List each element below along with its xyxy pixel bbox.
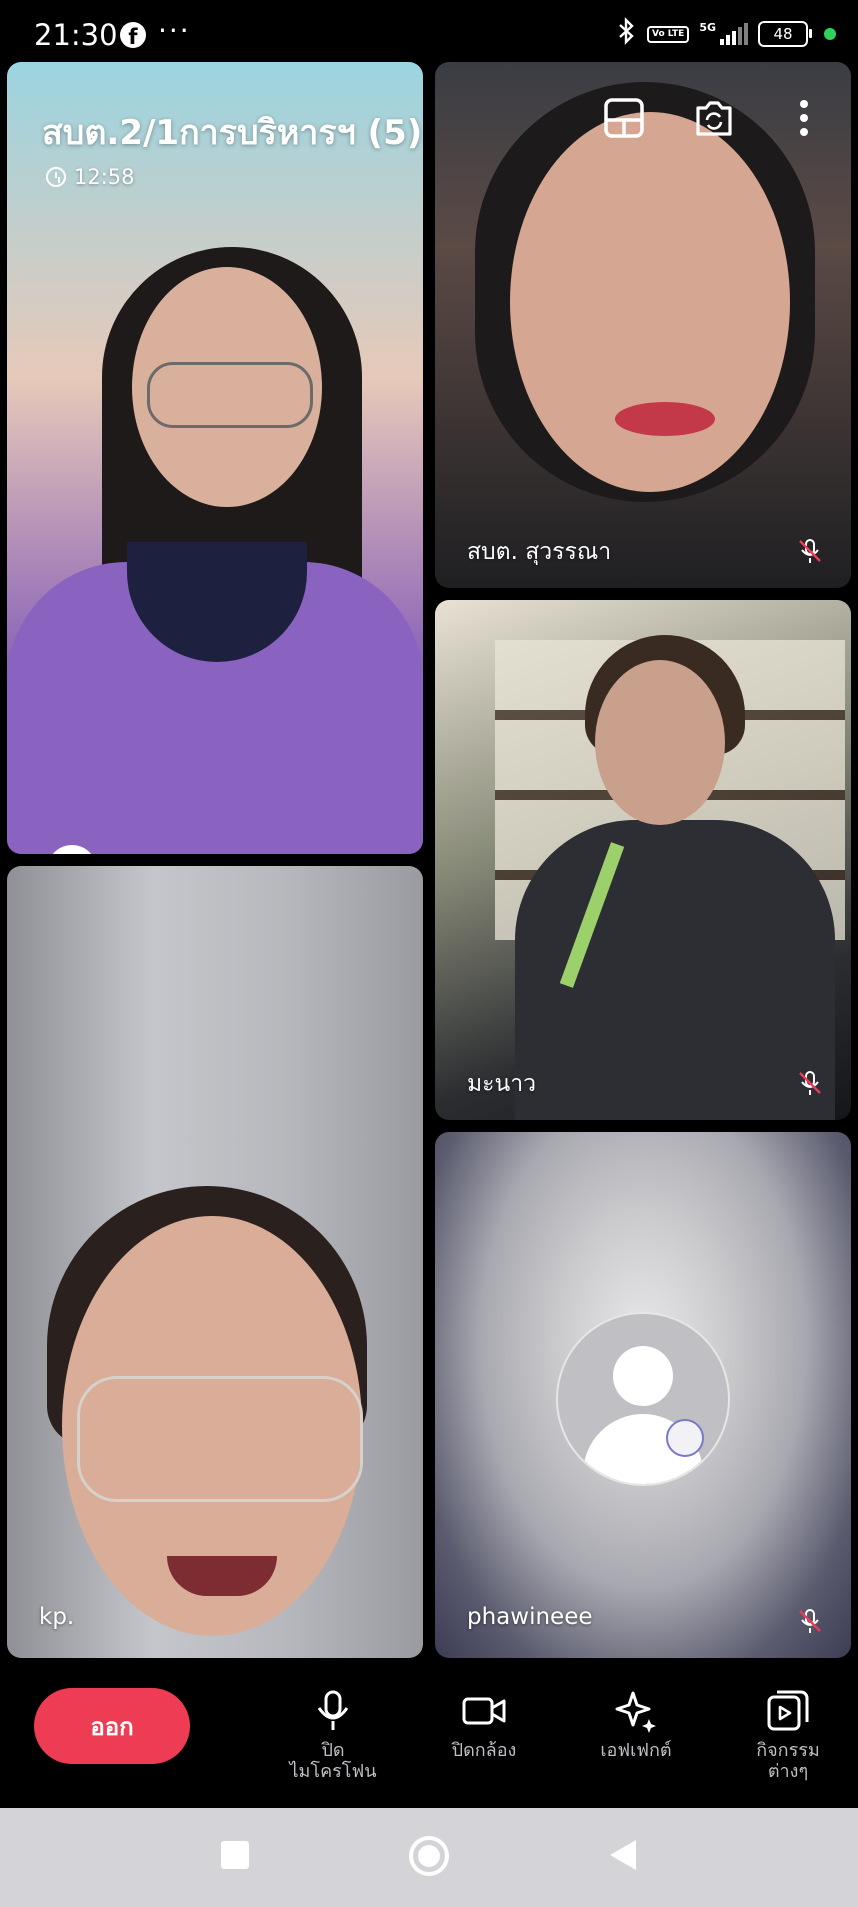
mic-muted-icon	[799, 539, 821, 563]
participant-video-glasses	[77, 1376, 363, 1502]
activities-label: กิจกรรม ต่างๆ	[756, 1740, 820, 1782]
sparkle-icon	[615, 1691, 656, 1733]
reaction-button[interactable]	[47, 845, 97, 854]
participant-tile-5[interactable]: phawineee	[435, 1132, 851, 1658]
mute-mic-label: ปิด ไมโครโฟน	[289, 1740, 377, 1782]
status-time: 21:30	[34, 18, 118, 52]
camera-off-button[interactable]: ปิดกล้อง	[424, 1688, 544, 1761]
effects-label: เอฟเฟกต์	[600, 1740, 672, 1761]
participant-tile-3[interactable]: kp.	[7, 866, 423, 1658]
call-duration: 12:58	[74, 165, 135, 189]
privacy-indicator-dot	[824, 28, 836, 40]
participant-video-lips	[615, 402, 715, 436]
battery-icon: 48	[758, 21, 812, 47]
volte-badge: Vo LTE	[646, 25, 690, 43]
participant-tile-4[interactable]: มะนาว	[435, 600, 851, 1120]
call-title: สบต.2/1การบริหารฯ (5)	[42, 113, 423, 153]
network-type: 5G	[699, 20, 716, 34]
camera-off-label: ปิดกล้อง	[451, 1740, 517, 1761]
activities-icon	[767, 1690, 809, 1731]
avatar-head	[613, 1346, 673, 1406]
mute-mic-button[interactable]: ปิด ไมโครโฟน	[273, 1688, 393, 1782]
system-nav-bar	[0, 1808, 858, 1907]
participant-tile-2[interactable]: สบต. สุวรรณา	[435, 62, 851, 588]
mic-muted-icon	[799, 1071, 821, 1095]
participant-video-face	[595, 660, 725, 825]
avatar	[556, 1312, 730, 1486]
video-camera-icon	[462, 1697, 506, 1725]
call-controls: ออก ปิด ไมโครโฟน ปิดกล้อง เอฟเฟกต์ กิจกร…	[0, 1668, 858, 1808]
facebook-icon: f	[120, 22, 146, 49]
leave-call-button[interactable]: ออก	[34, 1688, 190, 1764]
bluetooth-icon	[617, 16, 637, 52]
participant-name: สบต. สุวรรณา	[467, 539, 612, 565]
smiley-icon	[47, 845, 97, 854]
back-icon[interactable]	[606, 1838, 640, 1872]
more-options-icon[interactable]	[782, 96, 826, 140]
recent-apps-icon[interactable]	[218, 1838, 252, 1872]
clock-icon	[46, 167, 66, 187]
participant-name: phawineee	[467, 1604, 593, 1630]
status-bar: 21:30 f ··· Vo LTE 5G 48	[0, 0, 858, 62]
participant-video-body	[515, 820, 835, 1120]
more-notifications-icon: ···	[158, 14, 191, 47]
participant-name: มะนาว	[467, 1071, 537, 1097]
microphone-icon	[317, 1690, 349, 1730]
call-timer: 12:58	[46, 165, 135, 189]
layout-icon[interactable]	[602, 96, 646, 140]
switch-camera-icon[interactable]	[692, 96, 736, 140]
participant-name: kp.	[39, 1604, 75, 1630]
home-icon[interactable]	[407, 1834, 451, 1878]
avatar-sticker-icon	[666, 1419, 704, 1457]
activities-button[interactable]: กิจกรรม ต่างๆ	[728, 1688, 848, 1782]
status-icons: Vo LTE 5G 48	[617, 16, 836, 48]
participant-video-glasses	[147, 362, 313, 428]
effects-button[interactable]: เอฟเฟกต์	[576, 1688, 696, 1761]
mic-muted-icon	[799, 1609, 821, 1633]
signal-icon	[720, 23, 748, 45]
